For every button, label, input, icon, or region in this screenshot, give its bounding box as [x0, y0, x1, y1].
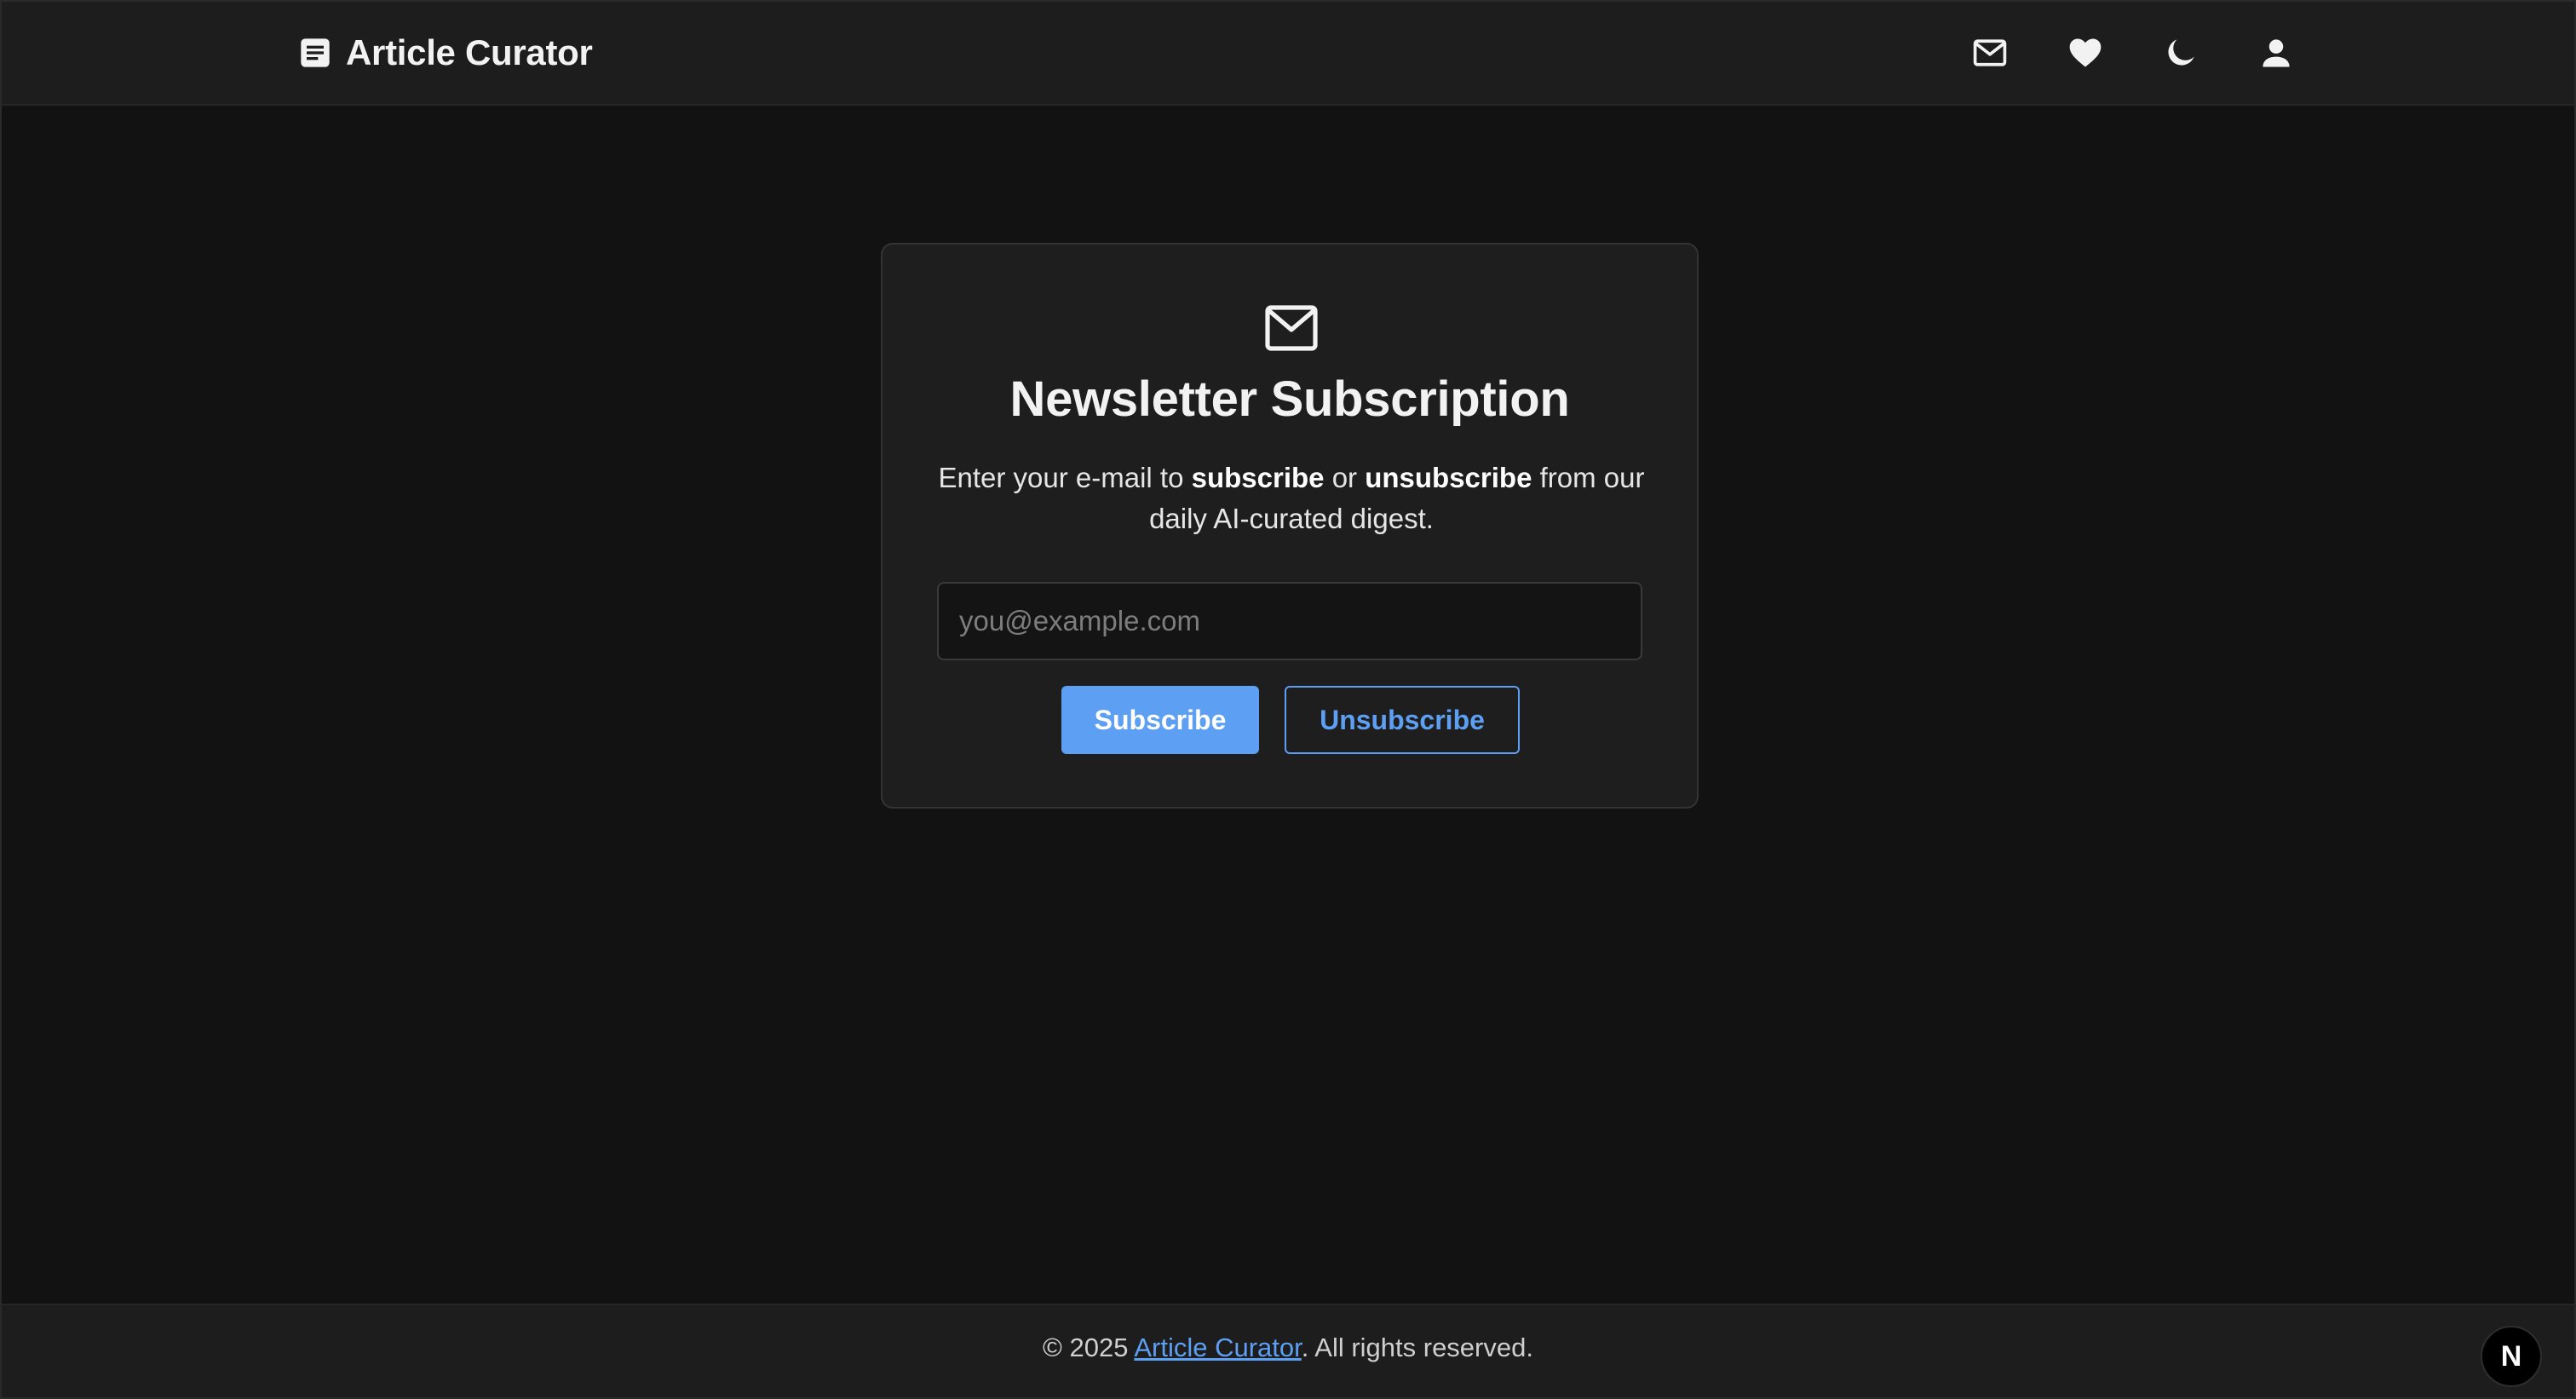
- document-icon: [301, 38, 330, 67]
- dev-tools-badge[interactable]: N: [2481, 1326, 2542, 1387]
- card-title: Newsletter Subscription: [1009, 371, 1570, 427]
- description-text-1: Enter your e-mail to: [938, 462, 1192, 493]
- app-title: Article Curator: [346, 32, 593, 72]
- email-field[interactable]: [937, 582, 1642, 660]
- theme-toggle-button[interactable]: [2153, 27, 2208, 78]
- newsletter-card: Newsletter Subscription Enter your e-mai…: [881, 243, 1699, 809]
- subscribe-button[interactable]: Subscribe: [1061, 686, 1259, 754]
- description-subscribe-word: subscribe: [1191, 462, 1325, 493]
- moon-icon: [2168, 39, 2194, 66]
- app-window: Article Curator Newsletter Subscription …: [0, 0, 2576, 1399]
- user-icon: [2263, 39, 2290, 67]
- card-description: Enter your e-mail to subscribe or unsubs…: [934, 458, 1649, 539]
- footer-prefix: © 2025: [1043, 1333, 1135, 1362]
- header-actions: [1963, 27, 2303, 78]
- footer-home-link[interactable]: Article Curator: [1134, 1333, 1301, 1362]
- description-unsubscribe-word: unsubscribe: [1365, 462, 1532, 493]
- top-navbar: Article Curator: [2, 2, 2574, 106]
- footer-suffix: . All rights reserved.: [1301, 1333, 1533, 1362]
- heart-icon: [2069, 38, 2102, 67]
- page-footer: © 2025 Article Curator. All rights reser…: [2, 1304, 2574, 1397]
- favorites-nav-button[interactable]: [2058, 27, 2113, 78]
- mail-icon: [1265, 305, 1318, 351]
- brand-link[interactable]: Article Curator: [298, 27, 593, 78]
- account-nav-button[interactable]: [2249, 27, 2303, 78]
- description-text-2: or: [1324, 462, 1366, 493]
- unsubscribe-button[interactable]: Unsubscribe: [1285, 686, 1520, 754]
- footer-copyright: © 2025 Article Curator. All rights reser…: [2, 1333, 2574, 1363]
- newsletter-nav-button[interactable]: [1963, 27, 2017, 78]
- card-mail-icon-wrapper: [1264, 304, 1319, 352]
- mail-icon: [1973, 39, 2007, 66]
